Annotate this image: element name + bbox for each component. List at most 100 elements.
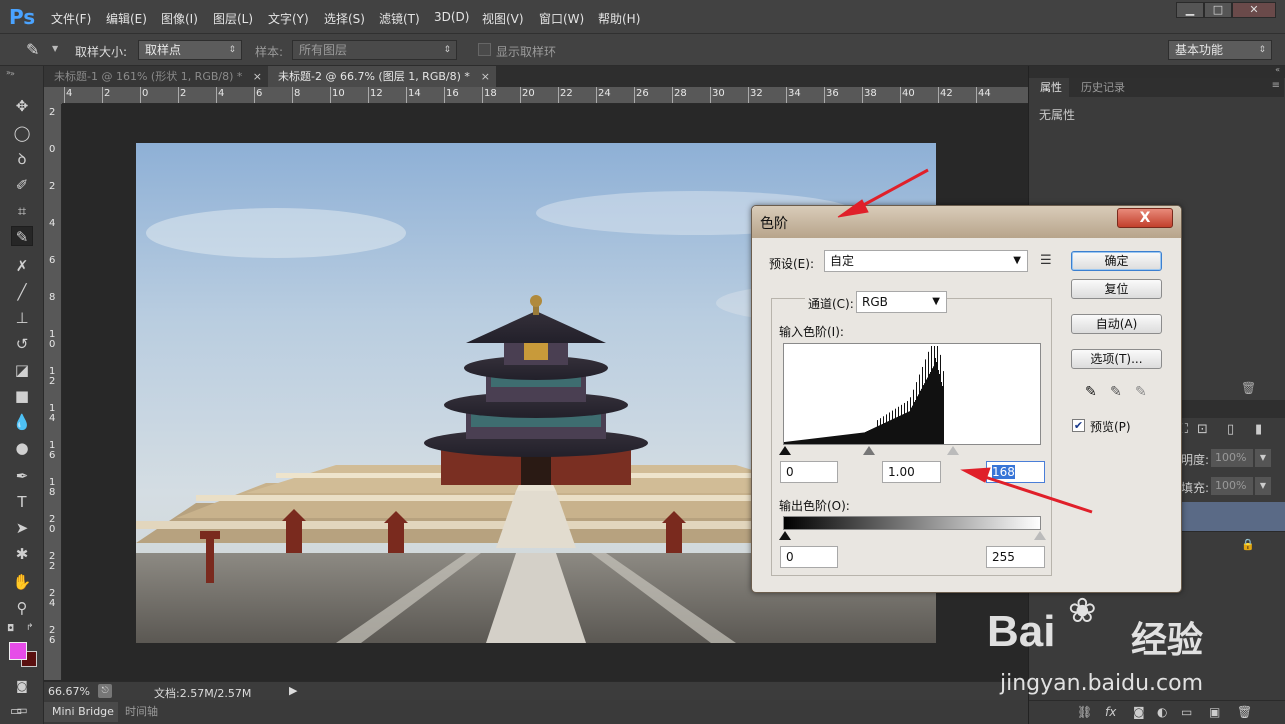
menu-edit[interactable]: 编辑(E) [106,10,147,27]
clone-stamp-tool-icon[interactable]: ⊥ [11,308,33,328]
show-ring-checkbox[interactable] [478,43,491,56]
collapse-icon[interactable]: « [1275,65,1280,74]
histogram-bar [808,439,809,444]
sample-select[interactable]: 所有图层 ⇕ [292,40,457,60]
quick-select-tool-icon[interactable]: ✐ [11,175,33,195]
input-black-field[interactable]: 0 [780,461,838,483]
tab-untitled-1[interactable]: 未标题-1 @ 161% (形状 1, RGB/8) * × [44,66,268,87]
fill-dropdown-icon[interactable]: ▼ [1255,477,1271,495]
lock-icon[interactable]: ▮ [1255,422,1262,437]
auto-button[interactable]: 自动(A) [1071,314,1162,334]
layer-row[interactable]: 🔒 [1177,531,1285,560]
lock-all-icon[interactable]: ▯ [1227,422,1234,437]
input-white-field[interactable]: 168 [986,461,1045,483]
menu-image[interactable]: 图像(I) [161,10,198,27]
input-gamma-field[interactable]: 1.00 [882,461,941,483]
workspace-select[interactable]: 基本功能 ⇕ [1168,40,1272,60]
menu-layer[interactable]: 图层(L) [213,10,253,27]
close-tab-icon[interactable]: × [481,66,490,87]
shape-tool-icon[interactable]: ✱ [11,544,33,564]
eyedropper-tool-icon[interactable]: ✎ [11,226,33,246]
output-black-field[interactable]: 0 [780,546,838,568]
menu-window[interactable]: 窗口(W) [539,10,584,27]
histogram-bar [921,388,922,444]
hand-tool-icon[interactable]: ✋ [11,572,33,592]
white-point-eyedropper-icon[interactable]: ✎ [1135,384,1147,400]
histogram-bar [807,439,808,444]
tool-preset-dropdown-icon[interactable]: ▼ [52,44,58,53]
dialog-titlebar[interactable]: 色阶 X [752,206,1181,238]
lock-position-icon[interactable]: ⊡ [1197,422,1208,437]
tab-untitled-2[interactable]: 未标题-2 @ 66.7% (图层 1, RGB/8) * × [268,66,496,87]
black-point-eyedropper-icon[interactable]: ✎ [1085,384,1097,400]
preset-select[interactable]: 自定 ▼ [824,250,1028,272]
output-black-slider[interactable] [779,531,791,540]
ok-button[interactable]: 确定 [1071,251,1162,271]
reset-button[interactable]: 复位 [1071,279,1162,299]
close-tab-icon[interactable]: × [253,66,262,87]
path-select-tool-icon[interactable]: ➤ [11,518,33,538]
maximize-button[interactable]: □ [1204,2,1232,18]
tab-properties[interactable]: 属性 [1033,78,1069,97]
trash-icon[interactable]: 🗑 [1241,381,1256,395]
move-tool-icon[interactable]: ✥ [11,96,33,116]
status-menu-icon[interactable]: ▶ [289,684,297,697]
options-button[interactable]: 选项(T)... [1071,349,1162,369]
menu-3d[interactable]: 3D(D) [434,10,469,24]
crop-tool-icon[interactable]: ⌗ [11,201,33,221]
menu-type[interactable]: 文字(Y) [268,10,309,27]
histogram-bar [923,385,924,444]
brush-tool-icon[interactable]: ╱ [11,282,33,302]
fill-input[interactable]: 100% [1211,477,1253,495]
type-tool-icon[interactable]: T [11,492,33,512]
pen-tool-icon[interactable]: ✒ [11,466,33,486]
close-window-button[interactable]: ✕ [1232,2,1276,18]
lasso-tool-icon[interactable]: ꝺ [11,149,33,169]
preview-checkbox[interactable]: ✔ [1072,419,1085,432]
tools-panel: » ✥ ◯ ꝺ ✐ ⌗ ✎ ✗ ╱ ⊥ ↺ ◪ ■ 💧 ● ✒ T ➤ ✱ ✋ … [0,66,44,724]
output-white-slider[interactable] [1034,531,1046,540]
histogram-bar [908,411,909,444]
menu-file[interactable]: 文件(F) [51,10,91,27]
blur-tool-icon[interactable]: 💧 [11,412,33,432]
input-black-slider[interactable] [779,446,791,455]
gray-point-eyedropper-icon[interactable]: ✎ [1110,384,1122,400]
menu-view[interactable]: 视图(V) [482,10,524,27]
sample-size-select[interactable]: 取样点 ⇕ [138,40,242,60]
zoom-tool-icon[interactable]: ⚲ [11,598,33,618]
preset-options-icon[interactable]: ☰ [1040,253,1052,268]
eraser-tool-icon[interactable]: ◪ [11,360,33,380]
healing-brush-tool-icon[interactable]: ✗ [11,256,33,276]
menu-filter[interactable]: 滤镜(T) [379,10,420,27]
opacity-input[interactable]: 100% [1211,449,1253,467]
paw-icon: ❀ [1068,591,1097,631]
tab-history[interactable]: 历史记录 [1073,78,1133,97]
histogram-bar [890,420,891,444]
foreground-color-swatch[interactable] [9,642,27,660]
dodge-tool-icon[interactable]: ● [11,438,33,458]
screen-mode-icon[interactable]: ▭ [10,704,22,719]
swap-colors-icon[interactable]: ↱ [26,623,34,633]
quick-mask-icon[interactable]: ◙ [11,676,33,696]
input-white-slider[interactable] [947,446,959,455]
channel-select[interactable]: RGB ▼ [856,291,947,313]
collapse-icon[interactable]: » [10,69,30,78]
zoom-level[interactable]: 66.67% [48,685,90,698]
default-colors-icon[interactable]: ◘ [7,624,14,634]
share-icon[interactable]: ⎋ [98,684,112,698]
marquee-tool-icon[interactable]: ◯ [11,123,33,143]
layer-row-selected[interactable] [1177,502,1285,531]
menu-select[interactable]: 选择(S) [324,10,365,27]
input-gamma-slider[interactable] [863,446,875,455]
gradient-tool-icon[interactable]: ■ [11,386,33,406]
eyedropper-icon[interactable]: ✎ [26,40,39,59]
opacity-dropdown-icon[interactable]: ▼ [1255,449,1271,467]
menu-help[interactable]: 帮助(H) [598,10,640,27]
tab-timeline[interactable]: 时间轴 [120,702,170,722]
panel-menu-icon[interactable]: ≡ [1272,80,1280,91]
output-white-field[interactable]: 255 [986,546,1045,568]
minimize-button[interactable]: ▁ [1176,2,1204,18]
dialog-close-button[interactable]: X [1117,208,1173,228]
history-brush-tool-icon[interactable]: ↺ [11,334,33,354]
tab-mini-bridge[interactable]: Mini Bridge [44,702,118,722]
